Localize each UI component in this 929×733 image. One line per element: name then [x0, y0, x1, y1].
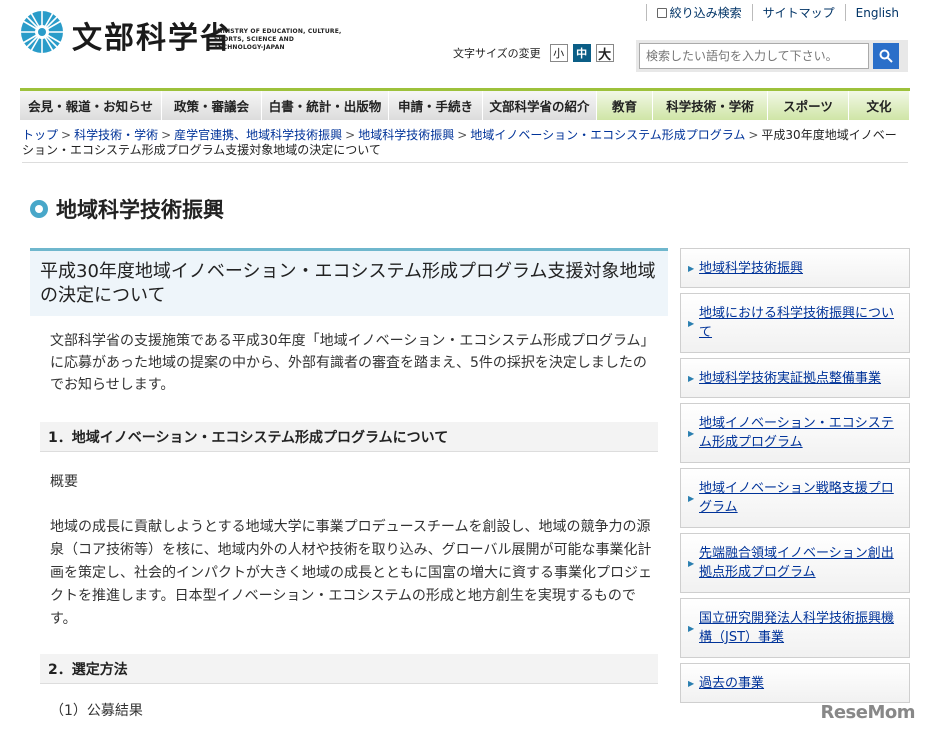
sidebar-item-demonstration[interactable]: ▶ 地域科学技術実証拠点整備事業: [680, 358, 910, 398]
sidebar-link[interactable]: 地域イノベーション戦略支援プログラム: [699, 479, 895, 517]
arrow-right-icon: ▶: [688, 493, 695, 503]
sidebar-item-ecosystem[interactable]: ▶ 地域イノベーション・エコシステム形成プログラム: [680, 403, 910, 463]
nav-item-news[interactable]: 会見・報道・お知らせ: [20, 91, 162, 120]
breadcrumb: トップ > 科学技術・学術 > 産学官連携、地域科学技術振興 > 地域科学技術振興 > 地域イノ…: [22, 128, 908, 163]
sidebar-item-about-regional[interactable]: ▶ 地域における科学技術振興について: [680, 293, 910, 353]
sidebar-link[interactable]: 地域科学技術実証拠点整備事業: [699, 369, 881, 388]
breadcrumb-separator: >: [61, 128, 72, 142]
arrow-right-icon: ▶: [688, 428, 695, 438]
sidebar-link[interactable]: 地域科学技術振興: [699, 259, 803, 278]
font-size-small-button[interactable]: 小: [549, 44, 568, 62]
breadcrumb-separator: >: [345, 128, 356, 142]
mext-logo-icon[interactable]: [20, 10, 64, 54]
search-button[interactable]: [873, 43, 899, 69]
sidebar-item-past[interactable]: ▶ 過去の事業: [680, 663, 910, 703]
arrow-right-icon: ▶: [688, 263, 695, 273]
utility-links: 絞り込み検索 サイトマップ English: [645, 4, 909, 21]
logo-subtitle: MINISTRY OF EDUCATION, CULTURE, SPORTS, …: [214, 28, 342, 51]
sidebar-item-jst[interactable]: ▶ 国立研究開発法人科学技術振興機構（JST）事業: [680, 598, 910, 658]
filter-icon: [656, 7, 667, 18]
search-icon: [879, 49, 893, 63]
page-title: 地域科学技術振興: [56, 198, 224, 222]
nav-item-education[interactable]: 教育: [597, 91, 653, 120]
english-link[interactable]: English: [844, 4, 909, 21]
search-box: [636, 40, 908, 72]
sitemap-link[interactable]: サイトマップ: [751, 4, 845, 21]
sidebar-item-strategy[interactable]: ▶ 地域イノベーション戦略支援プログラム: [680, 468, 910, 528]
breadcrumb-ecosystem[interactable]: 地域イノベーション・エコシステム形成プログラム: [470, 128, 745, 142]
article-intro: 文部科学省の支援施策である平成30年度「地域イノベーション・エコシステム形成プロ…: [50, 333, 655, 393]
font-size-large-button[interactable]: 大: [595, 44, 614, 63]
nav-item-applications[interactable]: 申請・手続き: [389, 91, 483, 120]
sidebar-link[interactable]: 地域イノベーション・エコシステム形成プログラム: [699, 414, 895, 452]
search-input[interactable]: [639, 43, 869, 69]
section-heading-program: 1．地域イノベーション・エコシステム形成プログラムについて: [40, 422, 658, 452]
arrow-right-icon: ▶: [688, 678, 695, 688]
nav-item-policy[interactable]: 政策・審議会: [162, 91, 262, 120]
page-heading: 地域科学技術振興: [30, 194, 224, 224]
breadcrumb-regional[interactable]: 地域科学技術振興: [358, 128, 454, 142]
article-title: 平成30年度地域イノベーション・エコシステム形成プログラム支援対象地域の決定につ…: [30, 248, 668, 316]
breadcrumb-top[interactable]: トップ: [22, 128, 58, 142]
sidebar-link[interactable]: 地域における科学技術振興について: [699, 304, 895, 342]
nav-item-publications[interactable]: 白書・統計・出版物: [262, 91, 389, 120]
arrow-right-icon: ▶: [688, 623, 695, 633]
nav-item-sports[interactable]: スポーツ: [768, 91, 849, 120]
watermark-logo: ReseMom: [820, 702, 915, 723]
section-heading-selection: 2．選定方法: [40, 654, 658, 684]
font-size-label: 文字サイズの変更: [453, 47, 541, 60]
breadcrumb-separator: >: [748, 128, 759, 142]
nav-item-science[interactable]: 科学技術・学術: [653, 91, 768, 120]
subsection-label: （1）公募結果: [50, 703, 143, 719]
filter-search-label: 絞り込み検索: [669, 6, 742, 20]
site-header: 文部科学省 MINISTRY OF EDUCATION, CULTURE, SP…: [0, 0, 929, 88]
nav-item-culture[interactable]: 文化: [849, 91, 910, 120]
breadcrumb-science[interactable]: 科学技術・学術: [74, 128, 158, 142]
font-size-medium-button[interactable]: 中: [572, 44, 591, 62]
font-size-control: 文字サイズの変更 小 中 大: [453, 44, 614, 63]
logo-title[interactable]: 文部科学省: [72, 22, 232, 56]
arrow-right-icon: ▶: [688, 373, 695, 383]
overview-label: 概要: [50, 474, 78, 490]
overview-text: 地域の成長に貢献しようとする地域大学に事業プロデュースチームを創設し、地域の競争…: [50, 519, 652, 627]
sidebar-item-advanced[interactable]: ▶ 先端融合領域イノベーション創出拠点形成プログラム: [680, 533, 910, 593]
filter-search-link[interactable]: 絞り込み検索: [645, 4, 752, 21]
arrow-right-icon: ▶: [688, 318, 695, 328]
sidebar-link[interactable]: 先端融合領域イノベーション創出拠点形成プログラム: [699, 544, 895, 582]
breadcrumb-industry[interactable]: 産学官連携、地域科学技術振興: [174, 128, 342, 142]
sidebar-link[interactable]: 過去の事業: [699, 674, 764, 693]
heading-bullet-icon: [30, 200, 48, 218]
breadcrumb-separator: >: [161, 128, 172, 142]
sidebar-link[interactable]: 国立研究開発法人科学技術振興機構（JST）事業: [699, 609, 895, 647]
sidebar-item-regional[interactable]: ▶ 地域科学技術振興: [680, 248, 910, 288]
nav-item-about[interactable]: 文部科学省の紹介: [483, 91, 597, 120]
global-nav: 会見・報道・お知らせ 政策・審議会 白書・統計・出版物 申請・手続き 文部科学省…: [20, 88, 910, 120]
arrow-right-icon: ▶: [688, 558, 695, 568]
breadcrumb-separator: >: [457, 128, 468, 142]
